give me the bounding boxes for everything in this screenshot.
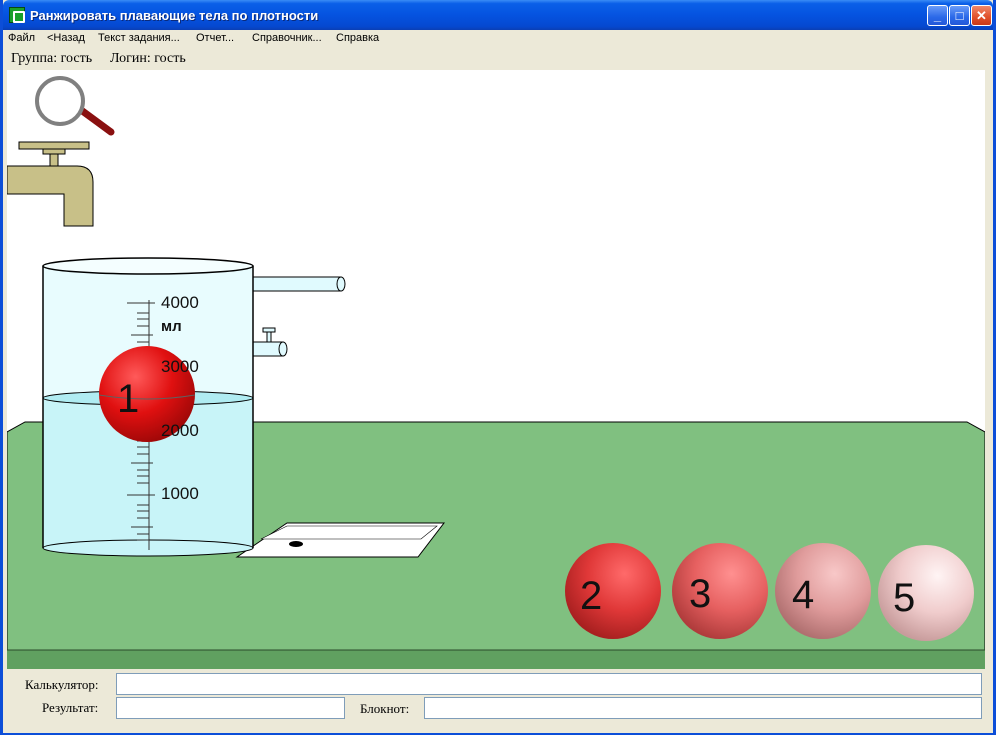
- result-field[interactable]: [116, 697, 345, 719]
- menu-back[interactable]: <Назад: [47, 32, 85, 44]
- group-label: Группа: гость: [11, 51, 93, 66]
- notepad-label: Блокнот:: [360, 701, 410, 716]
- faucet-icon[interactable]: [7, 141, 94, 227]
- ball-4[interactable]: [775, 543, 871, 639]
- ball-2-label: 2: [580, 574, 603, 618]
- login-label: Логин: гость: [110, 51, 186, 66]
- magnifier-icon[interactable]: [35, 76, 115, 136]
- title-bar[interactable]: Ранжировать плавающие тела по плотности …: [3, 0, 993, 30]
- notepad-input[interactable]: [424, 697, 982, 719]
- scene-drawing: [7, 76, 985, 669]
- window-title: Ранжировать плавающие тела по плотности: [30, 8, 319, 23]
- bottom-panel: Калькулятор: Результат: Блокнот:: [3, 669, 993, 733]
- result-label: Результат:: [42, 700, 99, 715]
- scale-label-3000: 3000: [161, 357, 199, 376]
- minimize-button[interactable]: _: [927, 5, 948, 26]
- menu-help[interactable]: Справка: [336, 32, 379, 44]
- calculator-input[interactable]: [116, 673, 982, 695]
- user-info-bar: Группа: гость Логин: гость: [3, 49, 993, 69]
- scale-label-1000: 1000: [161, 484, 199, 503]
- ball-4-label: 4: [792, 573, 815, 617]
- ball-5-label: 5: [893, 576, 916, 620]
- drain-valve[interactable]: [250, 327, 288, 357]
- scale-unit: мл: [161, 318, 182, 335]
- menu-task-text[interactable]: Текст задания...: [98, 32, 180, 44]
- calculator-label: Калькулятор:: [25, 677, 99, 692]
- ball-1-label: 1: [117, 377, 140, 421]
- menu-reference[interactable]: Справочник...: [252, 32, 322, 44]
- ball-3[interactable]: [672, 543, 768, 639]
- ball-3-label: 3: [689, 572, 712, 616]
- menu-bar: Файл <Назад Текст задания... Отчет... Сп…: [3, 30, 993, 47]
- maximize-button[interactable]: □: [949, 5, 970, 26]
- simulation-canvas: 4000 мл 3000 2000 1000 1 2 3 4 5: [7, 70, 985, 669]
- menu-report[interactable]: Отчет...: [196, 32, 234, 44]
- overflow-spout: [250, 276, 346, 292]
- menu-file[interactable]: Файл: [8, 32, 35, 44]
- close-button[interactable]: ✕: [971, 5, 992, 26]
- app-window: Ранжировать плавающие тела по плотности …: [0, 0, 996, 735]
- scale-label-2000: 2000: [161, 421, 199, 440]
- scale-label-4000: 4000: [161, 293, 199, 312]
- app-icon: [9, 7, 25, 23]
